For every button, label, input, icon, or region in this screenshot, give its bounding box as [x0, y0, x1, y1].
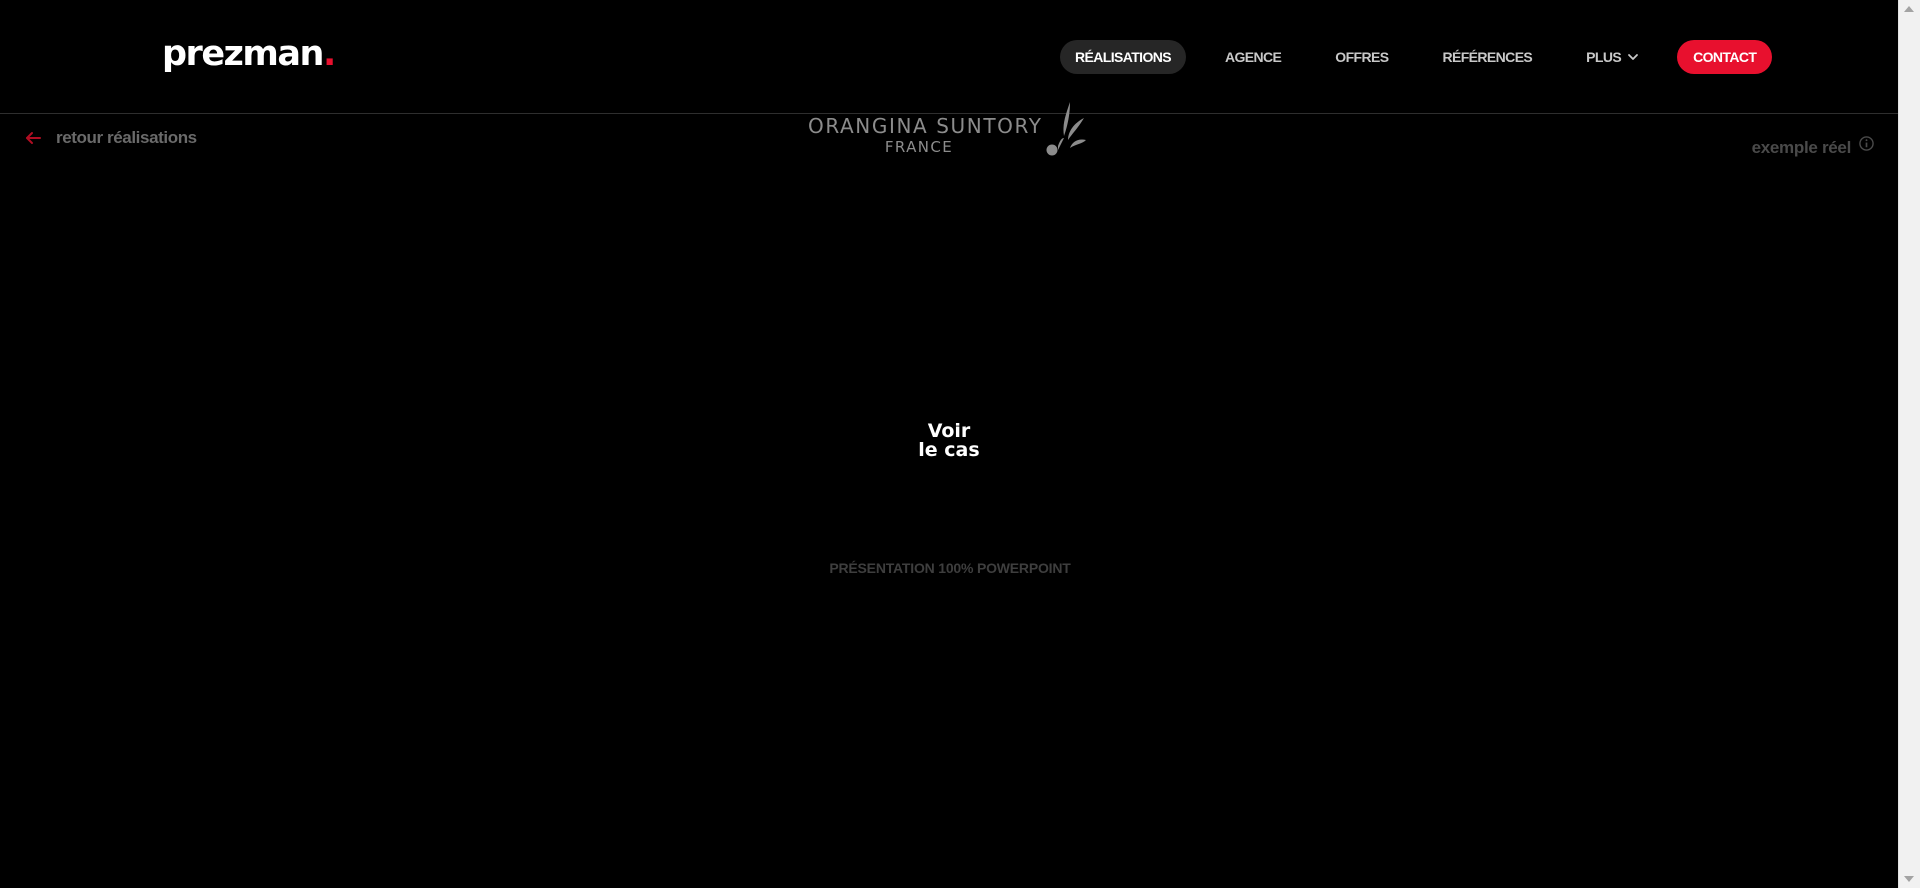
- example-label: exemple réel: [1751, 135, 1874, 158]
- client-name: ORANGINA SUNTORY: [808, 114, 1043, 138]
- nav-realisations[interactable]: RÉALISATIONS: [1060, 40, 1186, 74]
- scroll-down-icon[interactable]: [1904, 876, 1914, 882]
- contact-button[interactable]: CONTACT: [1677, 40, 1773, 74]
- view-case-button[interactable]: Voir le cas: [860, 422, 1038, 460]
- client-sub: FRANCE: [884, 138, 954, 156]
- example-label-text: exemple réel: [1751, 138, 1852, 157]
- nav-agence[interactable]: AGENCE: [1210, 40, 1296, 74]
- nav-plus[interactable]: PLUS: [1571, 40, 1639, 74]
- back-link-label: retour réalisations: [56, 128, 197, 147]
- client-logo: ORANGINA SUNTORY FRANCE: [808, 100, 1088, 162]
- page: prezman. RÉALISATIONS AGENCE OFFRES RÉFÉ…: [0, 0, 1920, 888]
- nav-references[interactable]: RÉFÉRENCES: [1427, 40, 1547, 74]
- arrow-left-icon: [26, 132, 41, 144]
- prezman-logo[interactable]: prezman.: [162, 34, 336, 74]
- logo-dot: .: [322, 34, 336, 74]
- main-nav: RÉALISATIONS AGENCE OFFRES RÉFÉRENCES PL…: [1060, 40, 1773, 74]
- scrollbar[interactable]: [1898, 0, 1920, 888]
- chevron-down-icon: [1628, 54, 1639, 60]
- orangina-drop-icon: [1046, 102, 1086, 156]
- presentation-type-label: PRÉSENTATION 100% POWERPOINT: [829, 560, 1071, 576]
- back-to-realisations-link[interactable]: retour réalisations: [24, 128, 197, 148]
- info-icon[interactable]: [1859, 135, 1874, 151]
- site-header: prezman. RÉALISATIONS AGENCE OFFRES RÉFÉ…: [0, 0, 1898, 114]
- logo-text: prezman: [162, 34, 324, 74]
- nav-plus-label: PLUS: [1586, 49, 1622, 65]
- nav-offres[interactable]: OFFRES: [1320, 40, 1403, 74]
- scroll-up-icon[interactable]: [1904, 6, 1914, 12]
- cta-line-2: le cas: [918, 439, 980, 461]
